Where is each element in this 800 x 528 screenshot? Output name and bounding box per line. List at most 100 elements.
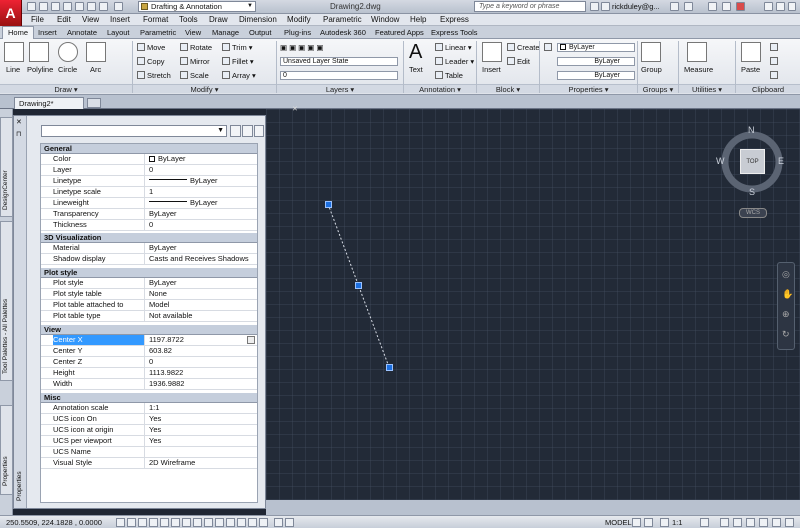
tab-layout[interactable]: Layout (107, 28, 130, 37)
tab-properties[interactable]: Properties (0, 405, 13, 495)
tab-designcenter[interactable]: DesignCenter (0, 117, 13, 217)
osnap-icon[interactable] (171, 518, 180, 527)
prop-value[interactable]: 603.82 (149, 346, 255, 356)
snap-icon[interactable] (127, 518, 136, 527)
properties-panel-label[interactable]: Properties ▾ (540, 84, 637, 94)
prop-value[interactable]: 1:1 (149, 403, 255, 413)
grid-icon[interactable] (138, 518, 147, 527)
menu-parametric[interactable]: Parametric (323, 15, 362, 24)
polyline-icon[interactable] (29, 42, 49, 62)
line-icon[interactable] (4, 42, 24, 62)
coordinate-readout[interactable]: 250.5509, 224.1828 , 0.0000 (6, 518, 102, 527)
plot-icon[interactable] (75, 2, 84, 11)
insert-block-icon[interactable] (482, 42, 502, 62)
menu-insert[interactable]: Insert (110, 15, 130, 24)
viewport-close-icon[interactable]: ✕ (292, 105, 298, 113)
prop-row-center-z[interactable]: Center Z 0 (41, 357, 257, 368)
menu-view[interactable]: View (82, 15, 99, 24)
hardware-acceleration-icon[interactable] (746, 518, 755, 527)
prop-row-layer[interactable]: Layer 0 (41, 165, 257, 176)
group-icon[interactable] (641, 42, 661, 62)
save-as-icon[interactable] (63, 2, 72, 11)
color-dropdown[interactable]: ByLayer (557, 43, 635, 52)
wcs-menu[interactable]: WCS (739, 208, 767, 218)
prop-value[interactable]: 1936.9882 (149, 379, 255, 389)
dyn-icon[interactable] (215, 518, 224, 527)
section-view[interactable]: View (41, 325, 257, 335)
prop-value[interactable]: ByLayer (149, 243, 255, 253)
prop-value[interactable]: ByLayer (149, 154, 255, 164)
trim-button[interactable]: Trim ▾ (222, 43, 253, 52)
viewcube[interactable]: N S E W TOP (716, 125, 784, 199)
prop-row-plot-attached[interactable]: Plot table attached to Model (41, 300, 257, 311)
prop-value[interactable]: Not available (149, 311, 255, 321)
section-general[interactable]: General (41, 144, 257, 154)
prop-row-linetype[interactable]: Linetype ByLayer (41, 176, 257, 187)
ortho-icon[interactable] (149, 518, 158, 527)
prop-row-ucs-per-viewport[interactable]: UCS per viewport Yes (41, 436, 257, 447)
palette-close-icon[interactable]: ✕ (16, 118, 22, 126)
app-logo[interactable]: A (0, 0, 22, 26)
edit-block-button[interactable]: Edit (507, 57, 530, 66)
prop-row-visual-style[interactable]: Visual Style 2D Wireframe (41, 458, 257, 469)
new-icon[interactable] (27, 2, 36, 11)
toggle-pickadd-icon[interactable] (230, 125, 241, 137)
prop-row-ucs-name[interactable]: UCS Name (41, 447, 257, 458)
infer-constraints-icon[interactable] (116, 518, 125, 527)
layer-dropdown[interactable]: 0 (280, 71, 398, 80)
selection-cycling-icon[interactable] (259, 518, 268, 527)
prop-value[interactable]: Casts and Receives Shadows (149, 254, 255, 264)
prop-value[interactable]: None (149, 289, 255, 299)
ducs-icon[interactable] (204, 518, 213, 527)
quick-select-icon[interactable] (254, 125, 264, 137)
prop-value[interactable]: Yes (149, 436, 255, 446)
prop-value[interactable]: 0 (149, 165, 255, 175)
annotation-scale-icon[interactable] (660, 518, 669, 527)
copy-button[interactable]: Copy (137, 57, 165, 66)
prop-row-height[interactable]: Height 1113.9822 (41, 368, 257, 379)
annotation-scale[interactable]: 1:1 (672, 518, 682, 527)
prop-value[interactable]: ByLayer (149, 209, 255, 219)
text-icon[interactable]: A (409, 41, 422, 64)
zoom-icon[interactable]: ⊕ (782, 309, 790, 320)
navigation-bar[interactable]: ◎ ✋ ⊕ ↻ (777, 262, 795, 350)
prop-value[interactable]: 0 (149, 220, 255, 230)
menu-file[interactable]: File (31, 15, 44, 24)
tab-output[interactable]: Output (249, 28, 272, 37)
grip-mid[interactable] (355, 282, 362, 289)
prop-row-transparency[interactable]: Transparency ByLayer (41, 209, 257, 220)
annotation-visibility-icon[interactable] (700, 518, 709, 527)
tab-annotate[interactable]: Annotate (67, 28, 97, 37)
prop-row-plot-style[interactable]: Plot style ByLayer (41, 278, 257, 289)
prop-value[interactable]: ByLayer (149, 176, 255, 186)
measure-icon[interactable] (687, 42, 707, 62)
exchange-icon[interactable] (670, 2, 679, 11)
annotation-monitor-icon[interactable] (274, 518, 283, 527)
groups-panel-label[interactable]: Groups ▾ (638, 84, 678, 94)
help-icon[interactable] (684, 2, 693, 11)
section-plot-style[interactable]: Plot style (41, 268, 257, 278)
utilities-panel-label[interactable]: Utilities ▾ (679, 84, 735, 94)
prop-row-color[interactable]: Color ByLayer (41, 154, 257, 165)
prop-value[interactable]: Yes (149, 414, 255, 424)
3d-osnap-icon[interactable] (182, 518, 191, 527)
palette-autohide-icon[interactable]: ⊓ (16, 130, 21, 138)
undo-icon[interactable] (87, 2, 96, 11)
open-icon[interactable] (39, 2, 48, 11)
prop-row-linetype-scale[interactable]: Linetype scale 1 (41, 187, 257, 198)
scale-button[interactable]: Scale (180, 71, 209, 80)
prop-value[interactable]: ByLayer (149, 198, 255, 208)
doc-minimize-icon[interactable] (764, 2, 773, 11)
tab-autodesk360[interactable]: Autodesk 360 (320, 28, 366, 37)
prop-row-material[interactable]: Material ByLayer (41, 243, 257, 254)
prop-value[interactable]: Yes (149, 425, 255, 435)
tab-plugins[interactable]: Plug-ins (284, 28, 311, 37)
polar-icon[interactable] (160, 518, 169, 527)
prop-row-shadow[interactable]: Shadow display Casts and Receives Shadows (41, 254, 257, 265)
modify-panel-label[interactable]: Modify ▾ (133, 84, 276, 94)
create-block-button[interactable]: Create (507, 43, 540, 52)
circle-icon[interactable] (58, 42, 78, 62)
user-name[interactable]: rickduley@g... (612, 2, 660, 11)
workspace-switch-icon[interactable] (720, 518, 729, 527)
stretch-button[interactable]: Stretch (137, 71, 171, 80)
